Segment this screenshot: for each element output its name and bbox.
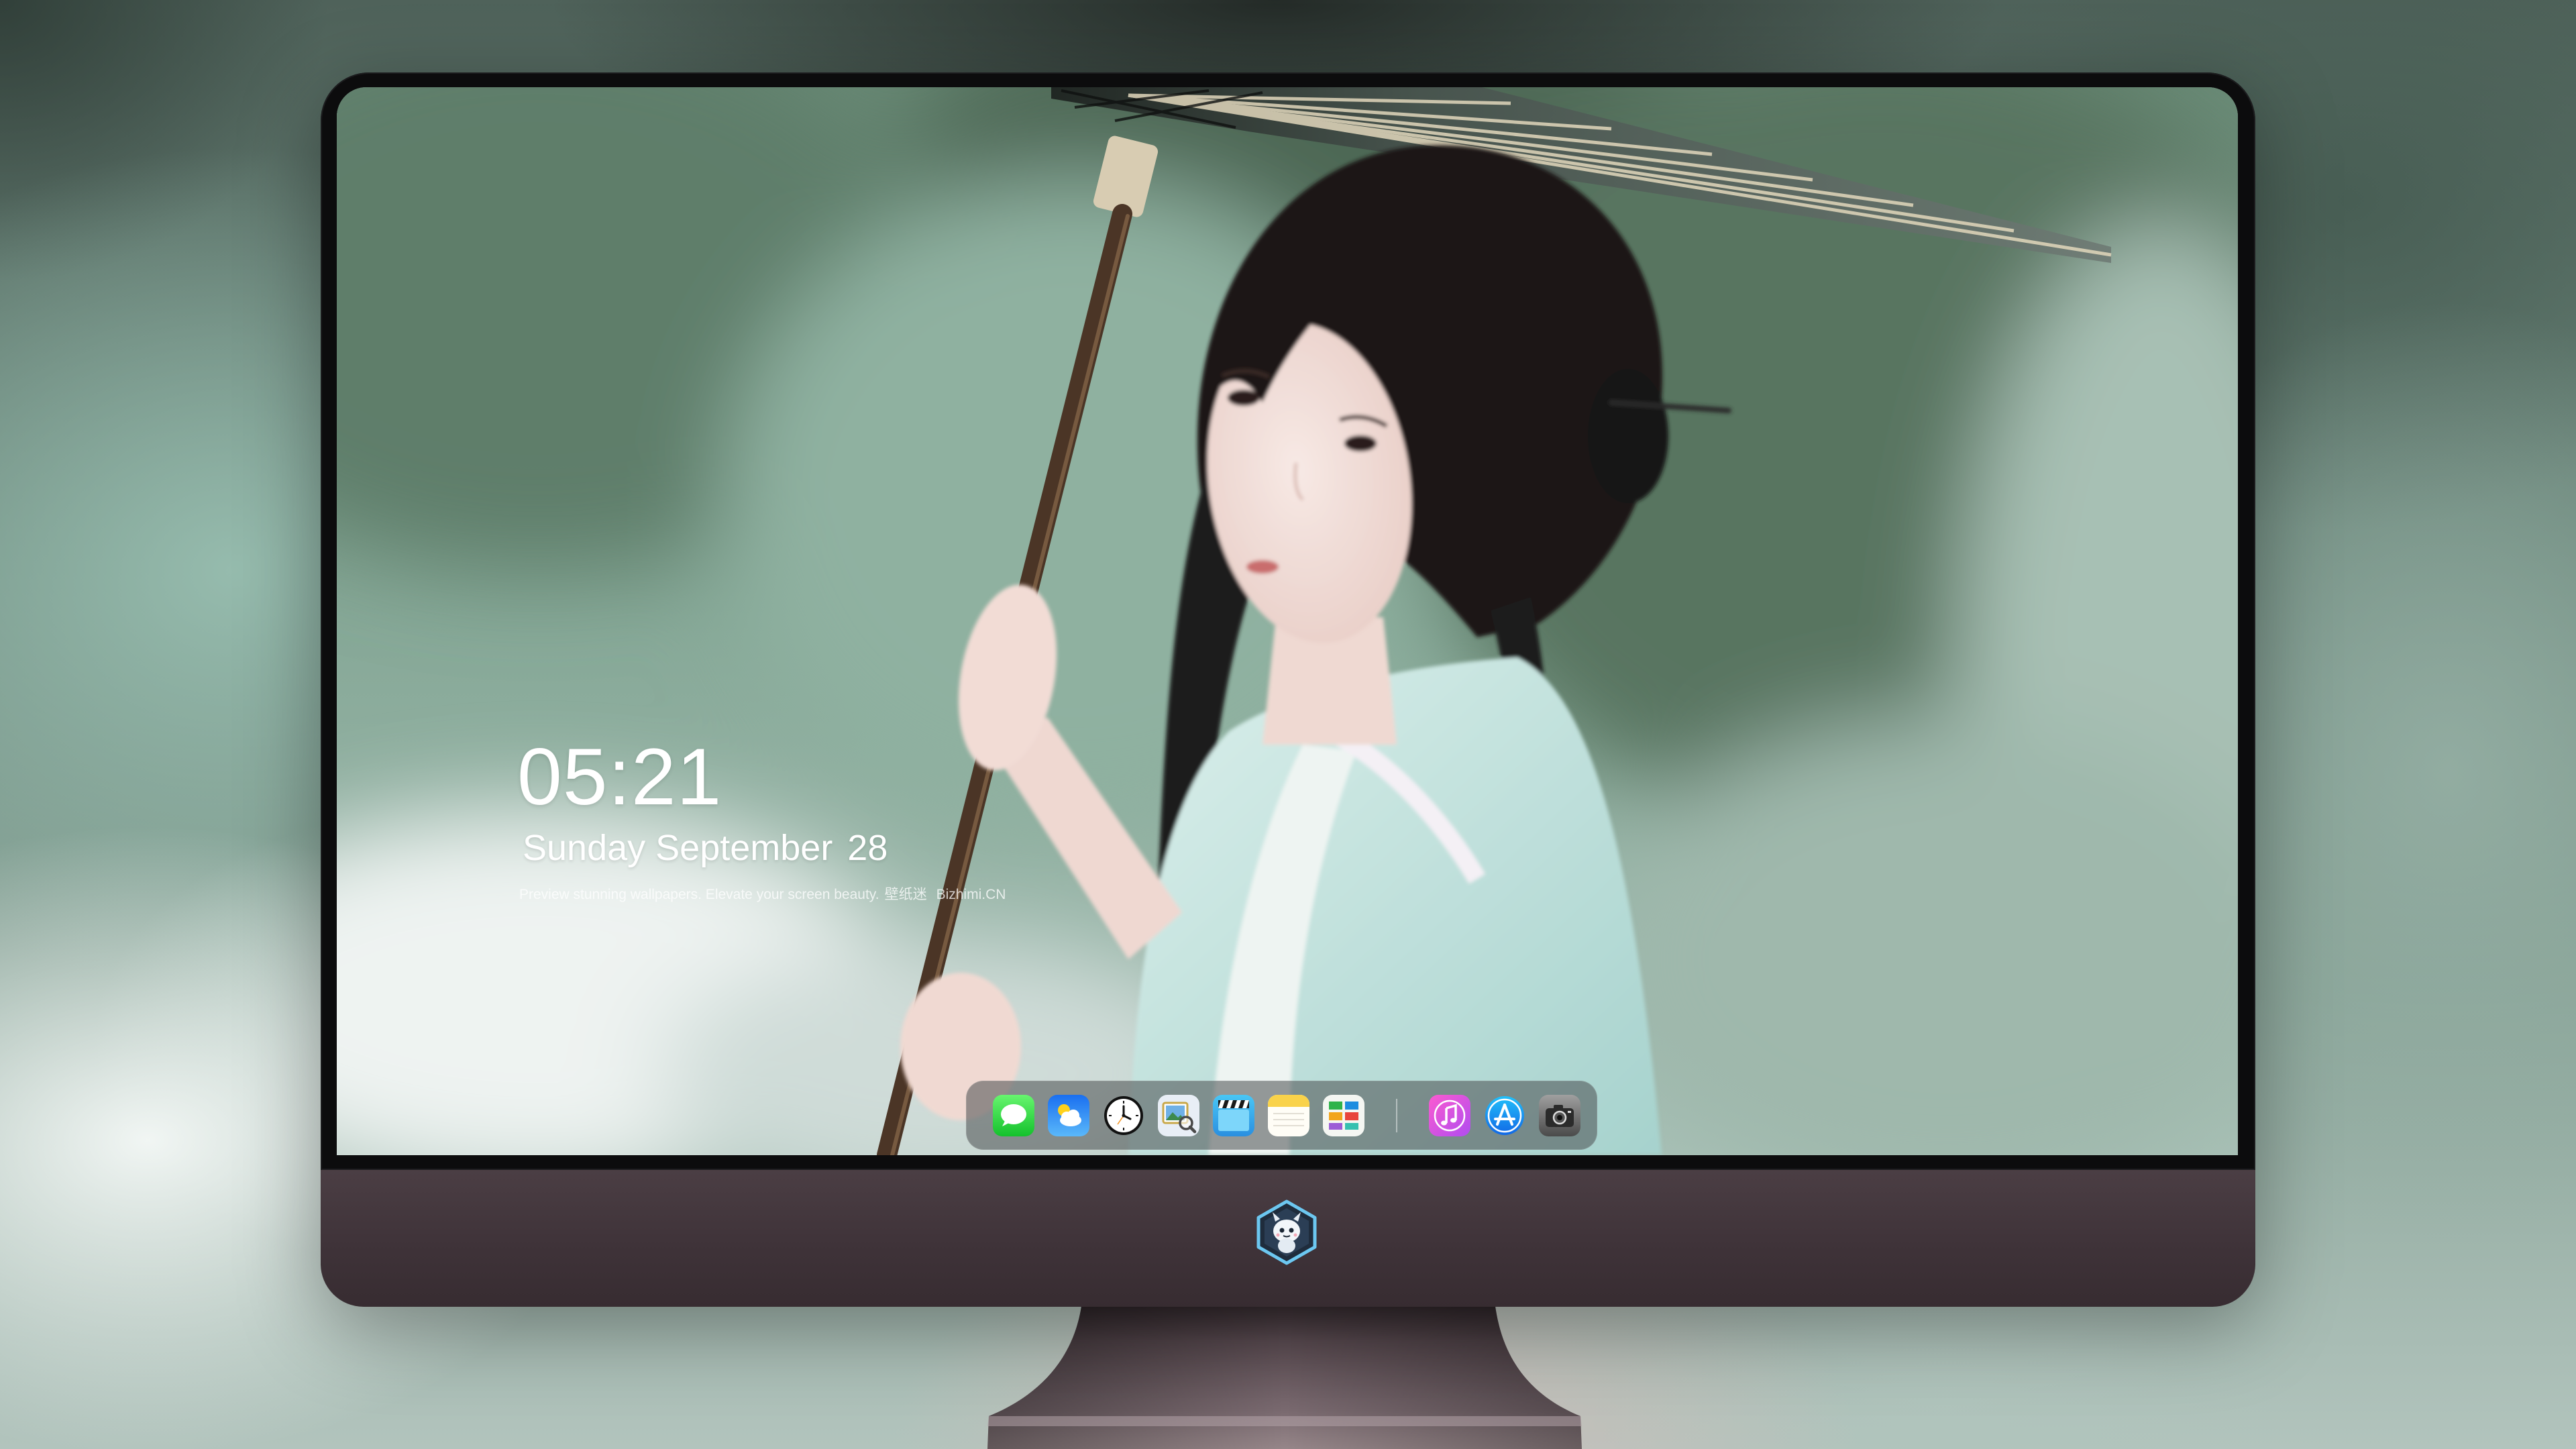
monitor-bezel: 05:21 Sunday September 28 Preview stunnin… — [321, 72, 2255, 1170]
monitor-chin — [321, 1170, 2255, 1307]
app-store-icon[interactable] — [1484, 1095, 1525, 1136]
monitor-stand — [987, 1295, 1582, 1449]
date-day: 28 — [847, 828, 888, 868]
dock-separator — [1378, 1095, 1415, 1136]
tagline-site: Bizhimi.CN — [936, 887, 1006, 902]
tagline-brand-cn: 壁纸迷 — [884, 887, 927, 902]
notes-icon[interactable] — [1268, 1094, 1309, 1136]
wallpaper — [337, 87, 2238, 1155]
wallpaper-tagline: Preview stunning wallpapers. Elevate you… — [519, 888, 1006, 902]
weather-icon[interactable] — [1048, 1094, 1089, 1136]
monitor: 05:21 Sunday September 28 Preview stunnin… — [321, 72, 2255, 1307]
dock — [966, 1081, 1597, 1150]
mascot-badge-icon — [1256, 1199, 1317, 1265]
camera-icon[interactable] — [1539, 1094, 1580, 1136]
clips-icon[interactable] — [1213, 1094, 1254, 1136]
preview-icon[interactable] — [1158, 1094, 1199, 1136]
music-icon[interactable] — [1429, 1094, 1470, 1136]
lockscreen-time: 05:21 — [517, 732, 722, 822]
lockscreen-date: Sunday September 28 — [523, 830, 888, 866]
tagline-text: Preview stunning wallpapers. Elevate you… — [519, 887, 879, 902]
numbers-icon[interactable] — [1323, 1094, 1364, 1136]
desktop-screen[interactable]: 05:21 Sunday September 28 Preview stunnin… — [337, 87, 2238, 1155]
clock-icon[interactable] — [1103, 1095, 1144, 1136]
date-weekday-month: Sunday September — [523, 828, 833, 868]
messages-icon[interactable] — [993, 1094, 1034, 1136]
